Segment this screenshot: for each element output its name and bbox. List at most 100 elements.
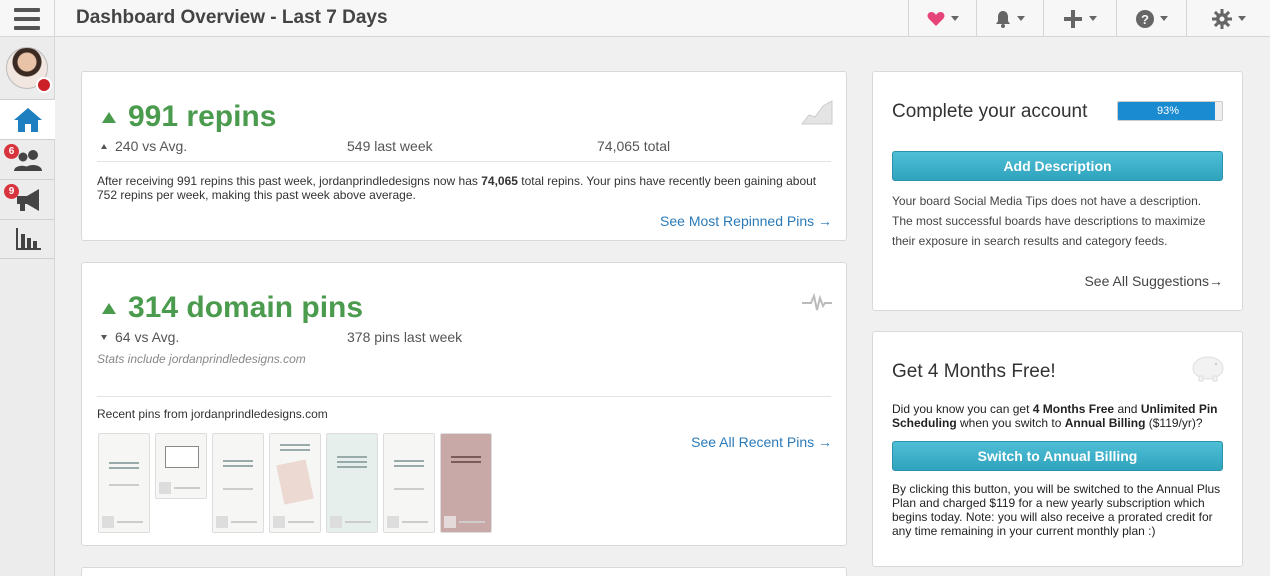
pin-thumbnail[interactable] [326,433,378,533]
help-button[interactable]: ? [1116,0,1186,37]
followers-count-badge: 6 [4,144,19,159]
pin-footer-avatar [444,516,456,528]
switch-annual-billing-button[interactable]: Switch to Annual Billing [892,441,1223,471]
pin-footer-line [117,521,143,523]
menu-icon[interactable] [0,0,55,37]
pin-text-line [109,462,139,464]
pin-text-line [337,461,367,463]
home-icon [13,107,42,132]
pin-footer-line [288,521,314,523]
domain-pins-card: 314 domain pins 64 vs Avg. 378 pins last… [81,262,847,546]
domain-last-week: 378 pins last week [347,329,463,345]
pin-thumbnail[interactable] [98,433,150,533]
promo-text: Did you know you can get 4 Months Free a… [892,402,1223,430]
pin-thumbnail[interactable] [269,433,321,533]
see-most-repinned-link[interactable]: See Most Repinned Pins → [660,213,832,229]
piggy-bank-icon [1192,356,1224,382]
pin-text-line [280,444,310,446]
sparkline-icon [801,100,833,125]
domain-vs-avg-value: 64 vs Avg. [115,329,180,345]
small-up-arrow-icon [101,144,107,149]
repins-vs-avg: 240 vs Avg. [101,138,187,154]
see-all-suggestions-link[interactable]: See All Suggestions→ [1084,273,1223,289]
progress-label: 93% [1156,105,1180,117]
complete-account-title: Complete your account [892,101,1088,122]
settings-button[interactable] [1186,0,1270,37]
promo-text-part: when you switch to [956,416,1065,430]
chevron-down-icon [1017,16,1025,21]
small-down-arrow-icon [101,335,107,340]
repins-vs-avg-value: 240 vs Avg. [115,138,188,154]
desc-text: After receiving 991 repins this past wee… [97,174,482,188]
pin-footer-avatar [216,516,228,528]
desc-bold: 74,065 [481,174,518,188]
pin-text-line [223,460,253,462]
account-suggestion-text: Your board Social Media Tips does not ha… [892,194,1206,248]
divider [97,396,831,397]
pin-thumbnail[interactable] [212,433,264,533]
repins-headline-row: 991 repins [102,100,276,134]
pin-text-line [337,456,367,458]
pinterest-icon [36,77,52,93]
promo-text-part: ($119/yr)? [1145,416,1203,430]
trend-up-icon [102,111,116,123]
complete-account-card: Complete your account 93% Add Descriptio… [872,71,1243,311]
bell-icon [996,10,1010,28]
trend-up-icon [102,302,116,314]
sidebar-item-home[interactable] [0,99,55,139]
repins-description: After receiving 991 repins this past wee… [97,174,831,202]
pin-text-line [109,484,139,486]
pin-footer-avatar [102,516,114,528]
divider [97,161,831,162]
chevron-down-icon [1159,16,1168,21]
promo-bold: 4 Months Free [1032,402,1115,416]
sidebar-item-promote[interactable]: 9 [0,179,55,219]
add-description-button[interactable]: Add Description [892,151,1223,181]
sidebar-item-followers[interactable]: 6 [0,139,55,179]
chevron-down-icon [950,16,959,21]
chevron-down-icon [1237,16,1246,21]
pin-thumbnail[interactable] [383,433,435,533]
plus-icon [1064,9,1082,28]
pin-text-line [109,467,139,469]
repins-headline: 991 repins [128,100,277,133]
page-title: Dashboard Overview - Last 7 Days [76,7,388,28]
domain-pins-headline: 314 domain pins [128,291,364,324]
pin-footer-avatar [330,516,342,528]
promo-bold: Annual Billing [1064,416,1146,430]
pin-image-block [276,459,314,505]
pin-text-line [394,460,424,462]
stats-note: Stats include jordanprindledesigns.com [97,352,306,366]
help-icon: ? [1135,9,1154,28]
pin-footer-line [231,521,257,523]
pin-thumbnail[interactable] [155,433,207,499]
favorites-button[interactable] [908,0,976,37]
pin-text-line [223,488,253,490]
pin-footer-line [174,487,200,489]
see-all-recent-pins-link[interactable]: See All Recent Pins → [691,434,832,450]
notifications-button[interactable] [976,0,1043,37]
domain-headline-row: 314 domain pins [102,291,363,325]
billing-fine-print: By clicking this button, you will be swi… [892,482,1221,538]
promo-text-part: and [1114,402,1141,416]
add-button[interactable] [1043,0,1116,37]
pin-text-line [394,465,424,467]
pin-footer-avatar [387,516,399,528]
promo-title: Get 4 Months Free! [892,361,1056,382]
sidebar-item-analytics[interactable] [0,219,55,259]
pin-text-line [280,449,310,451]
pin-footer-line [345,521,371,523]
repins-card: 991 repins 240 vs Avg. 549 last week 74,… [81,71,847,241]
pin-image-block [165,446,199,468]
pin-text-line [337,466,367,468]
pin-text-line [451,461,481,463]
avatar[interactable] [6,47,52,93]
pin-text-line [394,488,424,490]
gear-icon [1211,8,1232,29]
pin-footer-avatar [273,516,285,528]
svg-text:?: ? [1141,12,1149,27]
bar-chart-icon [15,228,41,250]
pin-footer-line [402,521,428,523]
pin-text-line [223,465,253,467]
pin-thumbnail[interactable] [440,433,492,533]
